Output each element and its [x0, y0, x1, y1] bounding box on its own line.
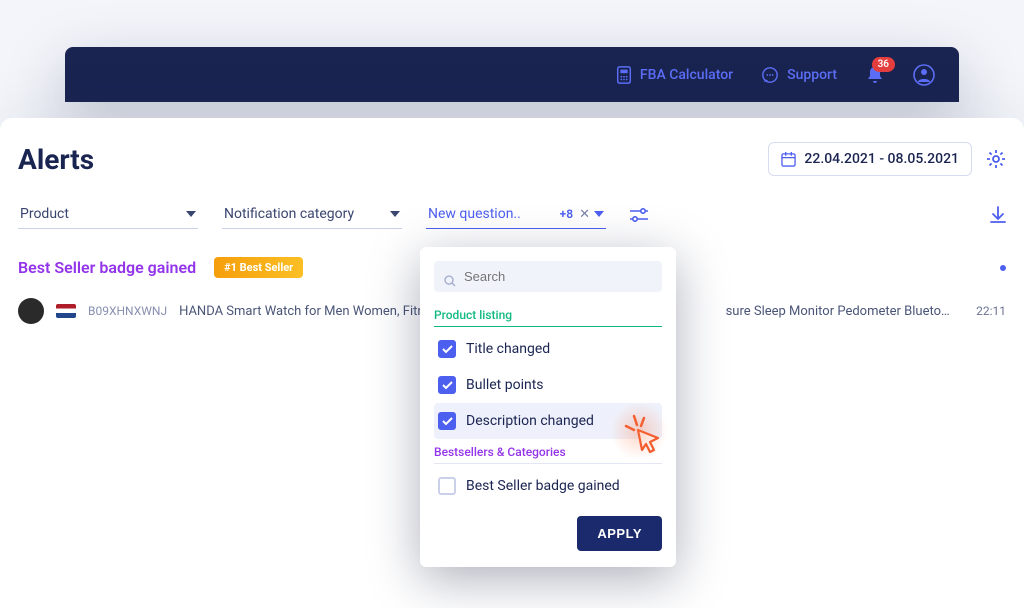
product-filter-label: Product — [20, 206, 69, 222]
gear-icon — [986, 149, 1006, 169]
product-asin: B09XHNXWNJ — [88, 304, 167, 318]
alert-group-title: Best Seller badge gained — [18, 258, 196, 277]
click-cursor-illustration — [620, 412, 664, 456]
calculator-icon — [616, 66, 632, 84]
page-title: Alerts — [18, 143, 94, 176]
product-thumbnail — [18, 298, 44, 324]
notifications-button[interactable]: 36 — [865, 65, 885, 85]
search-icon — [444, 275, 456, 287]
question-filter-label: New question.. — [428, 206, 521, 222]
unread-indicator — [1000, 265, 1006, 271]
chevron-down-icon — [186, 211, 196, 217]
settings-button[interactable] — [986, 149, 1006, 169]
date-range-text: 22.04.2021 - 08.05.2021 — [804, 151, 959, 167]
clear-filter-button[interactable]: ✕ — [579, 207, 590, 222]
chevron-down-icon — [594, 211, 604, 217]
sliders-icon — [630, 208, 648, 222]
filter-option-label: Best Seller badge gained — [466, 478, 620, 494]
date-range-picker[interactable]: 22.04.2021 - 08.05.2021 — [768, 142, 972, 176]
filter-option-bestseller-gained[interactable]: Best Seller badge gained — [434, 468, 662, 504]
product-name-left: HANDA Smart Watch for Men Women, Fitness… — [179, 304, 456, 319]
support-label: Support — [787, 67, 837, 83]
fba-label: FBA Calculator — [640, 67, 733, 83]
chevron-down-icon — [390, 211, 400, 217]
filter-option-label: Title changed — [466, 341, 550, 357]
checkbox-checked-icon — [438, 376, 456, 394]
filter-option-label: Bullet points — [466, 377, 544, 393]
apply-button[interactable]: APPLY — [577, 516, 662, 551]
checkbox-checked-icon — [438, 340, 456, 358]
download-icon — [990, 206, 1006, 224]
country-flag-icon — [56, 304, 76, 318]
filter-option-label: Description changed — [466, 413, 594, 429]
profile-button[interactable] — [913, 64, 935, 86]
advanced-filter-button[interactable] — [630, 208, 648, 222]
checkbox-unchecked-icon — [438, 477, 456, 495]
checkbox-checked-icon — [438, 412, 456, 430]
calendar-icon — [781, 152, 796, 167]
product-filter[interactable]: Product — [18, 200, 198, 229]
support-icon — [761, 66, 779, 84]
dropdown-search-input[interactable] — [434, 261, 662, 292]
best-seller-badge: #1 Best Seller — [214, 257, 303, 278]
product-name-right: sure Sleep Monitor Pedometer Bluetooth I… — [726, 304, 953, 319]
user-icon — [913, 64, 935, 86]
download-button[interactable] — [990, 206, 1006, 224]
category-filter[interactable]: Notification category — [222, 200, 402, 229]
alert-time: 22:11 — [976, 304, 1006, 318]
filter-option-title-changed[interactable]: Title changed — [434, 331, 662, 367]
filter-count: +8 — [560, 207, 573, 221]
filter-group-listing: Product listing — [434, 302, 662, 327]
question-filter[interactable]: New question.. +8 ✕ — [426, 200, 606, 229]
filter-option-bullet-points[interactable]: Bullet points — [434, 367, 662, 403]
support-link[interactable]: Support — [761, 66, 837, 84]
fba-calculator-link[interactable]: FBA Calculator — [616, 66, 733, 84]
category-filter-label: Notification category — [224, 206, 354, 222]
notification-badge: 36 — [872, 57, 895, 72]
